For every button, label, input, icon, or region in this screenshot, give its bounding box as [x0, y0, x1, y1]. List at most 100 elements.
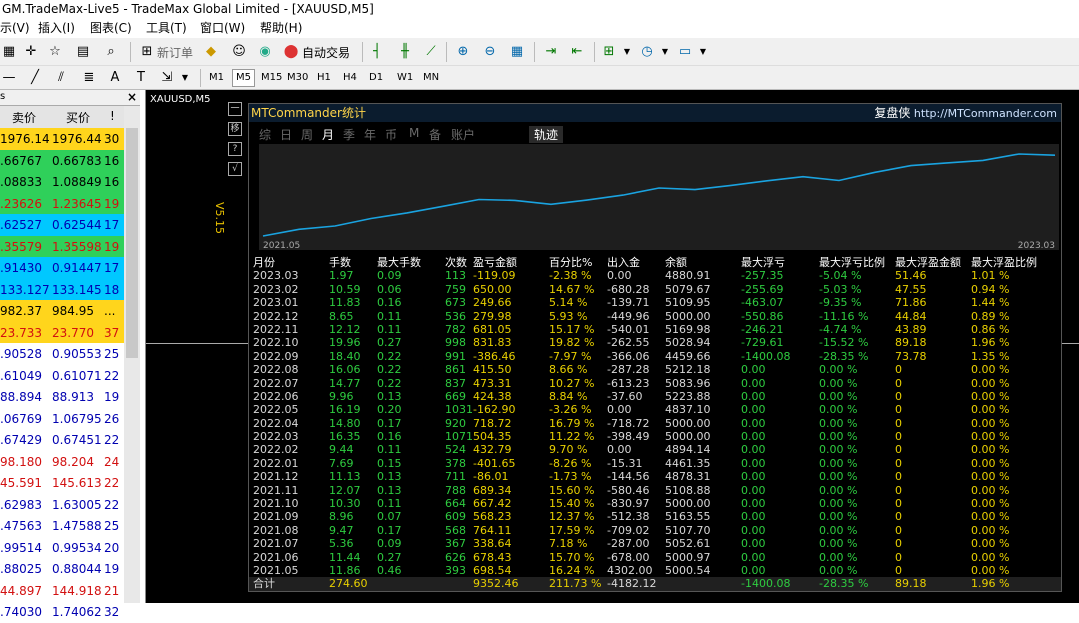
symbol-row[interactable]: 45.591 145.613 22: [0, 472, 124, 494]
column-header[interactable]: 最大浮盈金额: [895, 256, 961, 269]
chevron-down-icon[interactable]: ▼: [656, 43, 674, 61]
timeframe-d1[interactable]: D1: [366, 69, 386, 87]
fibo-icon[interactable]: ≣: [80, 69, 98, 87]
navigator-icon[interactable]: ▤: [74, 43, 92, 61]
symbol-row[interactable]: .67429 0.67451 22: [0, 429, 124, 451]
panel-side-button[interactable]: ?: [228, 142, 242, 156]
data-window-icon[interactable]: ⌕: [102, 43, 120, 61]
brand[interactable]: 复盘侠 http://MTCommander.com: [874, 104, 1057, 123]
tab-6[interactable]: 币: [385, 126, 397, 143]
signals-icon[interactable]: ◉: [256, 43, 274, 61]
symbol-row[interactable]: .99514 0.99534 20: [0, 536, 124, 558]
chart-icon[interactable]: ▦: [0, 43, 18, 61]
panel-side-button[interactable]: 一: [228, 102, 242, 116]
label-icon[interactable]: T: [132, 69, 150, 87]
market-watch-scrollbar[interactable]: [124, 106, 140, 603]
candles-icon[interactable]: ╫: [396, 43, 414, 61]
tab-4[interactable]: 季: [343, 126, 355, 143]
zoom-out-icon[interactable]: ⊖: [481, 43, 499, 61]
timeframe-m30[interactable]: M30: [284, 69, 311, 87]
new-order-icon[interactable]: ⊞: [138, 43, 156, 61]
chart-shift-icon[interactable]: ⇤: [568, 43, 586, 61]
symbol-row[interactable]: .08833 1.08849 16: [0, 171, 124, 193]
chevron-down-icon[interactable]: ▼: [618, 43, 636, 61]
tab-5[interactable]: 年: [364, 126, 376, 143]
menu-item[interactable]: 图表(C): [90, 19, 132, 37]
symbol-row[interactable]: .62983 1.63005 22: [0, 493, 124, 515]
track-button[interactable]: 轨迹: [529, 126, 564, 143]
column-header[interactable]: 手数: [329, 256, 351, 269]
timeframe-m1[interactable]: M1: [206, 69, 227, 87]
trendline-icon[interactable]: ╱: [26, 69, 44, 87]
menu-item[interactable]: 插入(I): [38, 19, 75, 37]
menu-item[interactable]: 工具(T): [146, 19, 187, 37]
symbol-row[interactable]: .06769 1.06795 26: [0, 407, 124, 429]
symbol-row[interactable]: .47563 1.47588 25: [0, 515, 124, 537]
tab-9[interactable]: 账户: [451, 126, 475, 143]
templates-icon[interactable]: ▭: [676, 43, 694, 61]
favorites-icon[interactable]: ☆: [46, 43, 64, 61]
symbol-row[interactable]: .90528 0.90553 25: [0, 343, 124, 365]
symbol-row[interactable]: 1976.14 1976.44 30: [0, 128, 124, 150]
auto-trade-button[interactable]: 自动交易: [302, 44, 350, 61]
symbol-row[interactable]: .88025 0.88044 19: [0, 558, 124, 580]
panel-side-button[interactable]: √: [228, 162, 242, 176]
bar-chart-icon[interactable]: ┤: [368, 43, 386, 61]
chart-window[interactable]: XAUUSD,M5 一移? √ V5.15 MTCommander统计 复盘侠 h…: [145, 90, 1079, 603]
line-chart-icon[interactable]: ⟋: [422, 43, 440, 61]
column-header[interactable]: 月份: [253, 256, 275, 269]
symbol-row[interactable]: .61049 0.61071 22: [0, 364, 124, 386]
timeframe-m15[interactable]: M15: [258, 69, 285, 87]
text-icon[interactable]: A: [106, 69, 124, 87]
symbol-row[interactable]: .66767 0.66783 16: [0, 149, 124, 171]
zoom-in-icon[interactable]: ⊕: [454, 43, 472, 61]
panel-side-button[interactable]: 移: [228, 122, 242, 136]
timeframe-h4[interactable]: H4: [340, 69, 360, 87]
new-order-button[interactable]: 新订单: [157, 44, 193, 61]
tab-7[interactable]: M: [409, 126, 419, 140]
close-icon[interactable]: ×: [127, 90, 137, 104]
column-header[interactable]: 最大浮盈比例: [971, 256, 1037, 269]
symbol-row[interactable]: 133.127 133.145 18: [0, 278, 124, 300]
people-icon[interactable]: ☺: [230, 43, 248, 61]
autoscroll-icon[interactable]: ⇥: [542, 43, 560, 61]
column-spread[interactable]: !: [110, 109, 115, 123]
chevron-down-icon[interactable]: ▼: [176, 69, 194, 87]
symbol-row[interactable]: .23626 1.23645 19: [0, 192, 124, 214]
column-header[interactable]: 百分比%: [549, 256, 592, 269]
hline-icon[interactable]: —: [0, 69, 18, 87]
column-header[interactable]: 出入金: [607, 256, 640, 269]
brand-url[interactable]: http://MTCommander.com: [914, 107, 1057, 120]
timeframe-w1[interactable]: W1: [394, 69, 416, 87]
scrollbar-thumb[interactable]: [126, 128, 138, 358]
symbol-row[interactable]: 44.897 144.918 21: [0, 579, 124, 601]
arrows-icon[interactable]: ⇲: [158, 69, 176, 87]
symbol-row[interactable]: .35579 1.35598 19: [0, 235, 124, 257]
timeframe-h1[interactable]: H1: [314, 69, 334, 87]
menu-item[interactable]: 示(V): [0, 19, 30, 37]
auto-trade-icon[interactable]: ⬤: [282, 43, 300, 61]
column-header[interactable]: 最大浮亏: [741, 256, 785, 269]
crosshair-icon[interactable]: ✛: [22, 43, 40, 61]
symbol-row[interactable]: .62527 0.62544 17: [0, 214, 124, 236]
menu-item[interactable]: 帮助(H): [260, 19, 302, 37]
column-ask[interactable]: 买价: [66, 109, 90, 126]
symbol-row[interactable]: .91430 0.91447 17: [0, 257, 124, 279]
tab-2[interactable]: 周: [301, 126, 313, 143]
editor-icon[interactable]: ◆: [202, 43, 220, 61]
symbol-row[interactable]: 23.733 23.770 37: [0, 321, 124, 343]
periods-icon[interactable]: ◷: [638, 43, 656, 61]
column-header[interactable]: 最大浮亏比例: [819, 256, 885, 269]
tab-3[interactable]: 月: [322, 126, 334, 143]
column-header[interactable]: 最大手数: [377, 256, 421, 269]
column-header[interactable]: 次数: [445, 256, 467, 269]
tab-0[interactable]: 综: [259, 126, 271, 143]
tile-windows-icon[interactable]: ▦: [508, 43, 526, 61]
menu-item[interactable]: 窗口(W): [200, 19, 245, 37]
column-bid[interactable]: 卖价: [12, 109, 36, 126]
tab-8[interactable]: 备: [429, 126, 441, 143]
symbol-row[interactable]: 982.37 984.95...: [0, 300, 124, 322]
symbol-row[interactable]: 98.180 98.204 24: [0, 450, 124, 472]
symbol-row[interactable]: .74030 1.74062 32: [0, 601, 124, 623]
channel-icon[interactable]: ⫽: [52, 69, 70, 87]
